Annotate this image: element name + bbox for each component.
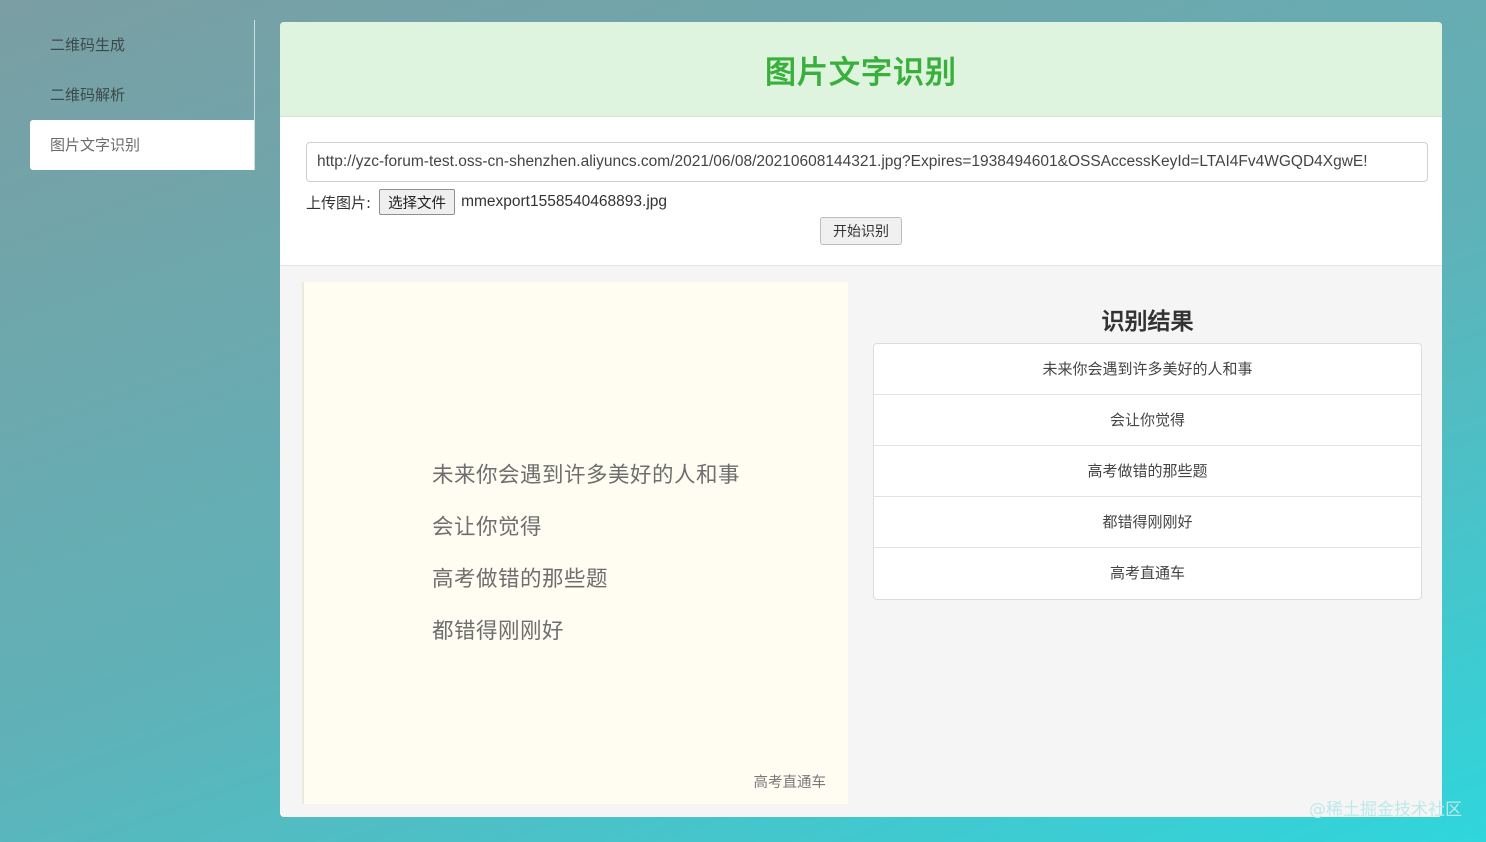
form-area: 上传图片: 选择文件 mmexport1558540468893.jpg 开始识…	[280, 117, 1442, 266]
sidebar-item-qrcode-parse[interactable]: 二维码解析	[30, 70, 254, 120]
sidebar-item-qrcode-generate[interactable]: 二维码生成	[30, 20, 254, 70]
image-text-line: 会让你觉得	[432, 515, 543, 540]
upload-label: 上传图片:	[306, 193, 372, 212]
result-list: 未来你会遇到许多美好的人和事 会让你觉得 高考做错的那些题 都错得刚刚好 高考直…	[873, 343, 1422, 600]
image-text-line: 都错得刚刚好	[432, 619, 565, 644]
list-item: 高考做错的那些题	[874, 446, 1421, 497]
choose-file-button[interactable]: 选择文件	[379, 189, 456, 215]
start-recognition-button[interactable]: 开始识别	[820, 217, 902, 245]
list-item: 会让你觉得	[874, 395, 1421, 446]
watermark: @稀土掘金技术社区	[1309, 800, 1462, 820]
upload-row: 上传图片: 选择文件 mmexport1558540468893.jpg	[306, 189, 667, 215]
list-item: 未来你会遇到许多美好的人和事	[874, 344, 1421, 395]
list-item: 高考直通车	[1109, 564, 1185, 582]
result-title: 识别结果	[1101, 309, 1194, 335]
image-footer-text: 高考直通车	[753, 775, 827, 791]
sidebar: 二维码生成 二维码解析 图片文字识别	[30, 20, 255, 170]
card-header: 图片文字识别	[280, 22, 1442, 117]
list-item: 都错得刚刚好	[874, 497, 1421, 548]
image-text-line: 未来你会遇到许多美好的人和事	[432, 463, 741, 488]
selected-file-name: mmexport1558540468893.jpg	[461, 193, 668, 210]
main-card: 图片文字识别 上传图片: 选择文件 mmexport1558540468893.…	[280, 22, 1442, 817]
image-text-line: 高考做错的那些题	[432, 567, 609, 592]
image-preview: 未来你会遇到许多美好的人和事 会让你觉得 高考做错的那些题 都错得刚刚好 高考直…	[302, 282, 848, 804]
page-title: 图片文字识别	[765, 54, 957, 91]
sidebar-item-image-ocr[interactable]: 图片文字识别	[30, 120, 254, 170]
image-url-input[interactable]	[306, 142, 1428, 182]
